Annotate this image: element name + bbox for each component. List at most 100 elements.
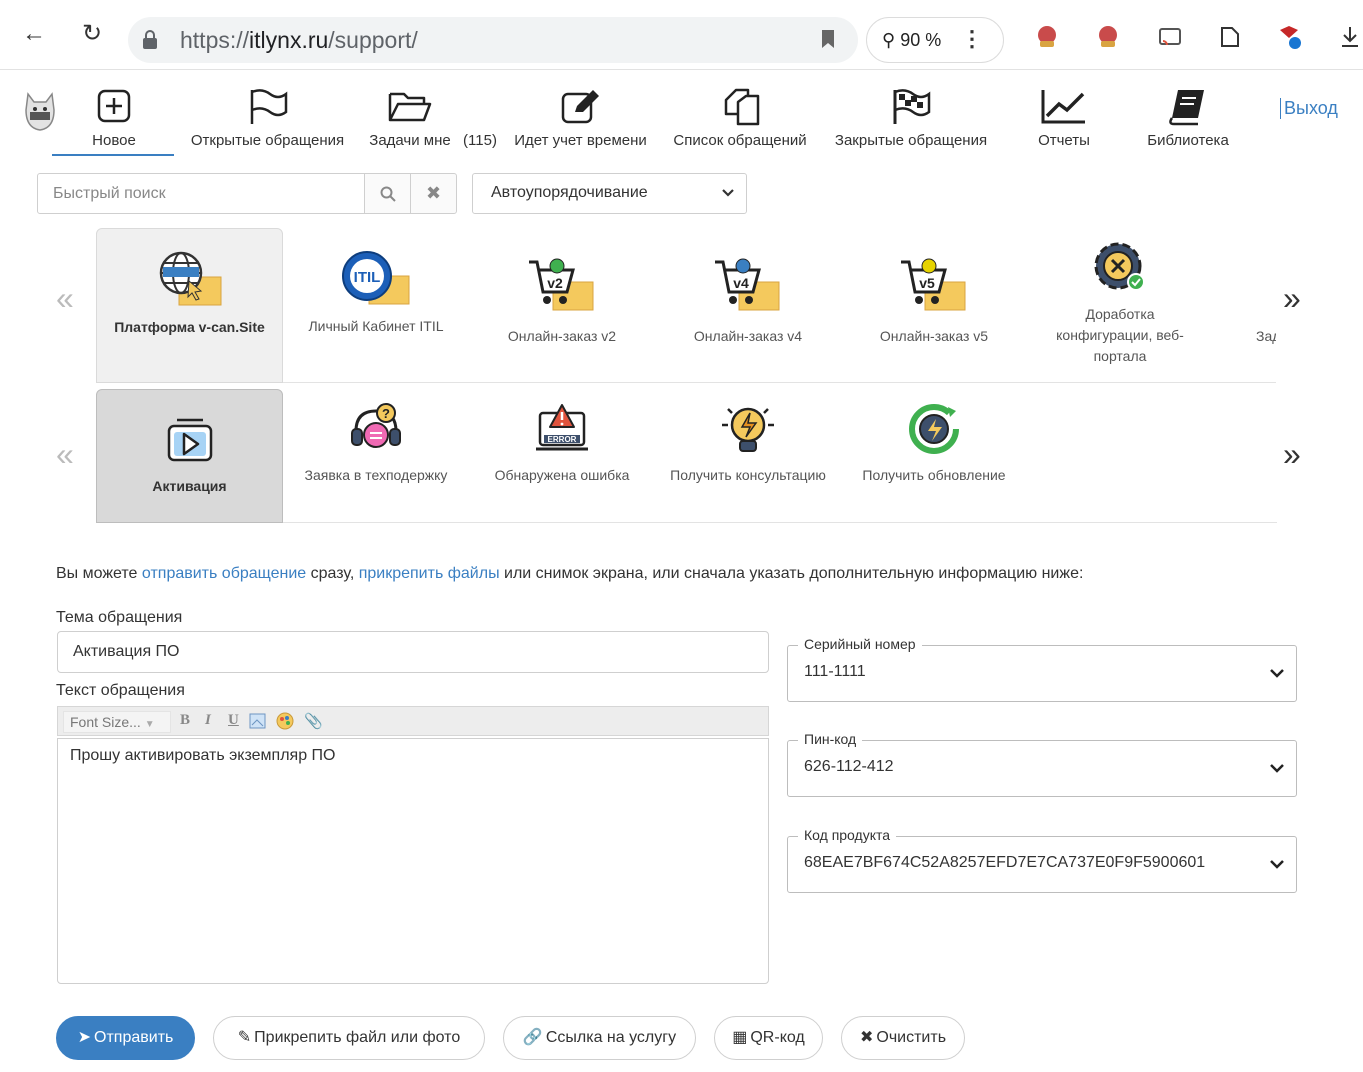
font-size-placeholder: Font Size... [70, 714, 141, 730]
nav-closed-requests[interactable]: Закрытые обращения [826, 86, 996, 149]
request-type-tile[interactable]: Получить консультацию [655, 389, 841, 523]
request-type-tile[interactable]: Активация [96, 389, 283, 523]
folder-open-icon [388, 92, 432, 122]
request-type-tile[interactable]: ? Заявка в техподержку [283, 389, 469, 523]
nav-my-tasks[interactable]: Задачи мне [365, 86, 455, 149]
nav-library[interactable]: Библиотека [1142, 86, 1234, 149]
nav-task-count[interactable]: (115) [463, 86, 497, 149]
nav-time-tracking[interactable]: Идет учет времени [507, 86, 654, 149]
subject-input[interactable]: Активация ПО [57, 631, 769, 673]
extension-icon[interactable] [1034, 24, 1060, 50]
product-label: Личный Кабинет ITIL [308, 318, 444, 334]
extension-icon[interactable] [1095, 24, 1121, 50]
itil-folder-icon: ITIL [342, 251, 410, 305]
serial-number-label: Серийный номер [798, 636, 922, 652]
svg-text:v5: v5 [919, 275, 935, 291]
download-icon[interactable] [1338, 24, 1363, 50]
attach-files-link[interactable]: прикрепить файлы [359, 565, 500, 582]
subject-label: Тема обращения [56, 609, 183, 626]
request-type-tile[interactable]: Получить обновление [841, 389, 1027, 523]
bold-button[interactable]: B [180, 712, 190, 729]
product-tile[interactable]: ITIL Личный Кабинет ITIL [283, 228, 469, 383]
service-link-button[interactable]: 🔗 Ссылка на услугу [503, 1016, 696, 1060]
product-label: Онлайн-заказ v5 [879, 328, 989, 344]
send-request-link[interactable]: отправить обращение [142, 565, 306, 582]
cast-icon[interactable] [1157, 24, 1183, 50]
types-next-arrow[interactable]: » [1283, 436, 1301, 473]
products-next-arrow[interactable]: » [1283, 280, 1301, 317]
sort-select[interactable]: Автоупорядочивание [472, 173, 747, 214]
gear-wrench-icon [1094, 242, 1145, 291]
address-bar[interactable]: https://itlynx.ru/support/ [128, 17, 858, 63]
product-tile[interactable]: Зад [1213, 228, 1276, 383]
paper-plane-icon: ➤ [77, 1029, 92, 1046]
clear-search-button[interactable]: ✖ [410, 173, 457, 214]
back-icon[interactable]: ← [22, 22, 46, 46]
reload-icon[interactable]: ↻ [82, 22, 102, 46]
svg-text:ERROR: ERROR [548, 435, 577, 444]
pin-code-select[interactable]: Пин-код 626-112-412 [787, 731, 1297, 797]
nav-closed-requests-label: Закрытые обращения [834, 132, 988, 149]
zoom-level: ⚲ 90 % [882, 30, 942, 50]
headset-icon: ? [351, 403, 401, 448]
paperclip-icon: ✎ [237, 1029, 252, 1046]
bookmark-icon[interactable] [820, 29, 836, 49]
info-text-part: Вы можете [56, 565, 142, 582]
products-prev-arrow[interactable]: « [56, 280, 74, 317]
nav-request-list-label: Список обращений [673, 132, 807, 149]
product-tile[interactable]: Доработка конфигурации, веб-портала [1027, 228, 1213, 383]
zoom-value: 90 % [900, 30, 942, 50]
types-prev-arrow[interactable]: « [56, 436, 74, 473]
nav-request-list[interactable]: Список обращений [666, 86, 814, 149]
search-button[interactable] [364, 173, 411, 214]
qr-code-button-label: QR-код [750, 1029, 805, 1046]
globe-folder-icon [159, 251, 221, 306]
close-icon: ✖ [425, 183, 442, 203]
product-tile[interactable]: v2 Онлайн-заказ v2 [469, 228, 655, 383]
underline-button[interactable]: U [228, 712, 239, 729]
font-size-select[interactable]: Font Size... ▼ [63, 711, 171, 733]
insert-image-icon[interactable] [249, 712, 267, 730]
product-label: Онлайн-заказ v4 [693, 328, 803, 344]
color-palette-icon[interactable] [276, 712, 294, 730]
reading-list-icon[interactable] [1218, 24, 1244, 50]
error-laptop-icon: ERROR [536, 404, 588, 451]
product-code-select[interactable]: Код продукта 68EAE7BF674C52A8257EFD7E7CA… [787, 827, 1297, 893]
logout-link[interactable]: Выход [1280, 98, 1338, 119]
quick-search-input[interactable]: Быстрый поиск [37, 173, 365, 214]
carousel-empty-slot [1027, 389, 1277, 523]
send-button[interactable]: ➤ Отправить [56, 1016, 195, 1060]
close-icon: ✖ [859, 1029, 874, 1046]
request-type-label: Обнаружена ошибка [494, 467, 630, 483]
attachment-icon[interactable]: 📎 [304, 712, 323, 731]
product-tile[interactable]: v5 Онлайн-заказ v5 [841, 228, 1027, 383]
copy-icon [724, 88, 760, 126]
svg-text:?: ? [382, 406, 390, 421]
request-text-area[interactable]: Прошу активировать экземпляр ПО [57, 738, 769, 984]
info-text-part: сразу, [306, 565, 359, 582]
product-code-value: 68EAE7BF674C52A8257EFD7E7CA737E0F9F59006… [804, 854, 1206, 871]
italic-button[interactable]: I [205, 712, 211, 729]
chevron-down-icon [1270, 669, 1284, 678]
kebab-menu-icon[interactable]: ⋮ [961, 26, 983, 52]
clear-form-button-label: Очистить [876, 1029, 947, 1046]
url-domain: itlynx.ru [249, 27, 329, 53]
serial-number-select[interactable]: Серийный номер 111-1111 [787, 636, 1297, 702]
product-tile[interactable]: v4 Онлайн-заказ v4 [655, 228, 841, 383]
url-path: /support/ [328, 27, 418, 53]
nav-new[interactable]: Новое [76, 86, 152, 149]
product-label: Доработка конфигурации, веб-портала [1056, 306, 1184, 364]
product-tile[interactable]: Платформа v-can.Site [96, 228, 283, 383]
nav-open-requests[interactable]: Открытые обращения [182, 86, 353, 149]
pin-code-value: 626-112-412 [804, 758, 894, 775]
refresh-bolt-icon [909, 404, 959, 454]
chevron-down-icon [722, 189, 734, 197]
qr-code-button[interactable]: ▦ QR-код [714, 1016, 823, 1060]
zoom-indicator[interactable]: ⚲ 90 % ⋮ [866, 17, 1004, 63]
attach-file-button[interactable]: ✎ Прикрепить файл или фото [213, 1016, 485, 1060]
request-type-tile[interactable]: ERROR Обнаружена ошибка [469, 389, 655, 523]
extension-puzzle-icon[interactable] [1276, 24, 1302, 50]
nav-reports-label: Отчеты [1038, 132, 1090, 149]
clear-form-button[interactable]: ✖ Очистить [841, 1016, 965, 1060]
nav-reports[interactable]: Отчеты [1032, 86, 1096, 149]
